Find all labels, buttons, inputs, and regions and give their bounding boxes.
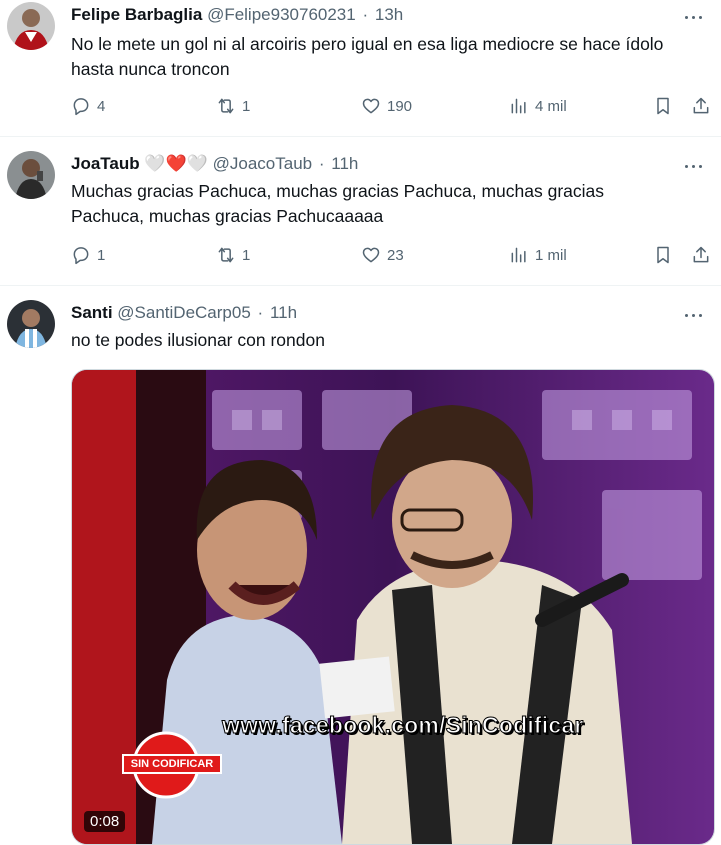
like-button[interactable]: 190	[361, 96, 412, 116]
timestamp[interactable]: 13h	[375, 5, 403, 24]
name-emoji: 🤍❤️🤍	[144, 154, 208, 173]
avatar[interactable]	[7, 151, 55, 199]
views-icon	[511, 247, 526, 263]
separator: ·	[362, 5, 369, 24]
display-name[interactable]: JoaTaub	[71, 154, 140, 173]
views-icon	[511, 98, 526, 114]
user-handle[interactable]: @SantiDeCarp05	[117, 303, 251, 322]
tweet-text: Muchas gracias Pachuca, muchas gracias P…	[71, 181, 605, 226]
tweet-header: Santi @SantiDeCarp05 · 11h	[71, 302, 297, 324]
views-button[interactable]: 1 mil	[509, 245, 567, 265]
like-icon	[362, 247, 380, 263]
more-icon[interactable]	[683, 304, 707, 324]
user-handle[interactable]: @JoacoTaub	[213, 154, 313, 173]
views-button[interactable]: 4 mil	[509, 96, 567, 116]
repost-count: 1	[242, 246, 251, 264]
like-button[interactable]: 23	[361, 245, 404, 265]
reply-icon	[73, 98, 89, 116]
channel-logo-text: SIN CODIFICAR	[122, 754, 222, 774]
share-icon	[693, 246, 709, 263]
timestamp[interactable]: 11h	[270, 303, 297, 322]
views-count: 4 mil	[535, 97, 567, 115]
action-bar: 4 1 190 4 mil	[71, 96, 711, 120]
bookmark-icon	[657, 97, 669, 115]
display-name[interactable]: Santi	[71, 303, 113, 322]
share-button[interactable]	[691, 96, 711, 116]
repost-icon	[218, 247, 234, 263]
like-count: 23	[387, 246, 404, 264]
reply-button[interactable]: 1	[71, 245, 105, 265]
repost-count: 1	[242, 97, 251, 115]
repost-button[interactable]: 1	[216, 96, 250, 116]
bookmark-button[interactable]	[653, 96, 673, 116]
views-count: 1 mil	[535, 246, 567, 264]
share-icon	[693, 97, 709, 114]
video-watermark: www.facebook.com/SinCodificar	[222, 712, 584, 739]
avatar[interactable]	[7, 2, 55, 50]
like-count: 190	[387, 97, 413, 115]
tweet-text: no te podes ilusionar con rondon	[71, 330, 325, 350]
user-handle[interactable]: @Felipe930760231	[207, 5, 356, 24]
reply-count: 1	[97, 246, 106, 264]
tweet-2[interactable]: JoaTaub 🤍❤️🤍 @JoacoTaub · 11h Muchas gra…	[0, 137, 721, 286]
reply-count: 4	[97, 97, 106, 115]
tweet-header: Felipe Barbaglia @Felipe930760231 · 13h	[71, 4, 403, 26]
tweet-text: No le mete un gol ni al arcoiris pero ig…	[71, 34, 664, 79]
separator: ·	[257, 303, 264, 322]
video-player[interactable]: SIN CODIFICAR www.facebook.com/SinCodifi…	[71, 369, 715, 845]
tweet-header: JoaTaub 🤍❤️🤍 @JoacoTaub · 11h	[71, 153, 358, 175]
avatar[interactable]	[7, 300, 55, 348]
reply-button[interactable]: 4	[71, 96, 105, 116]
reply-icon	[73, 247, 89, 265]
separator: ·	[318, 154, 325, 173]
repost-icon	[218, 98, 234, 114]
tweet-1[interactable]: Felipe Barbaglia @Felipe930760231 · 13h …	[0, 0, 721, 137]
bookmark-icon	[657, 246, 669, 264]
video-duration: 0:08	[84, 811, 126, 832]
repost-button[interactable]: 1	[216, 245, 250, 265]
more-icon[interactable]	[683, 155, 707, 175]
timestamp[interactable]: 11h	[331, 154, 358, 173]
display-name[interactable]: Felipe Barbaglia	[71, 5, 202, 24]
bookmark-button[interactable]	[653, 245, 673, 265]
share-button[interactable]	[691, 245, 711, 265]
more-icon[interactable]	[683, 6, 707, 26]
like-icon	[362, 98, 380, 114]
action-bar: 1 1 23 1 mil	[71, 245, 711, 269]
